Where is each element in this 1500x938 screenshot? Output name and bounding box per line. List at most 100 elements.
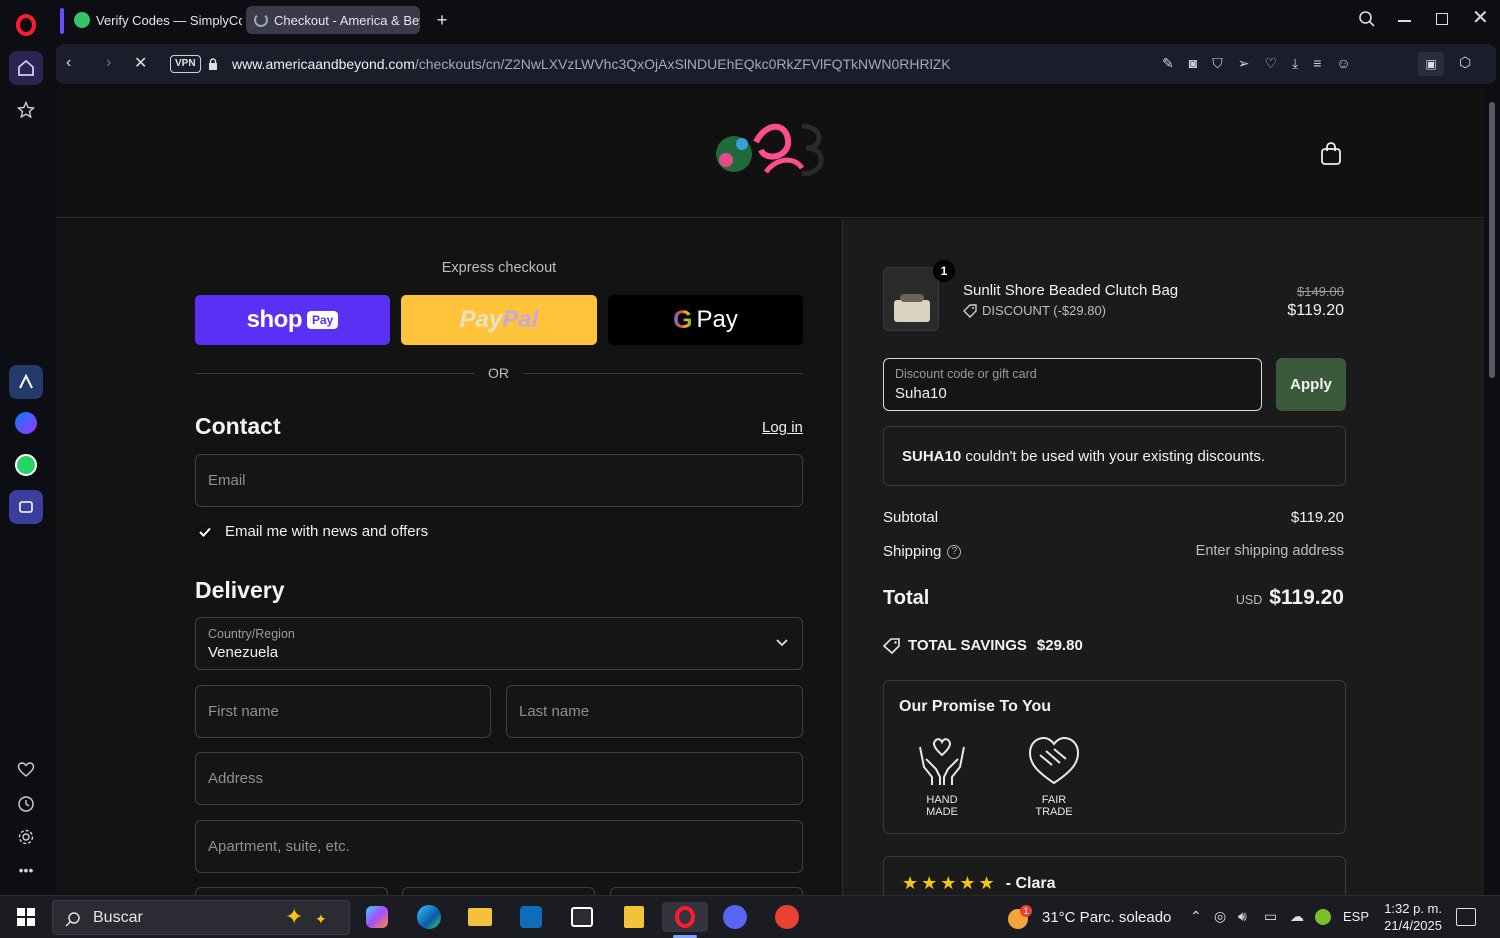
discount-code-label: Discount code or gift card: [895, 367, 1037, 381]
apply-button[interactable]: Apply: [1276, 358, 1346, 411]
postal-code-field[interactable]: [610, 887, 803, 895]
apartment-field[interactable]: Apartment, suite, etc.: [195, 820, 803, 873]
email-placeholder: Email: [208, 472, 246, 489]
minimize-button[interactable]: [1398, 20, 1411, 22]
weather-icon[interactable]: 1: [1008, 905, 1034, 929]
notifications-icon[interactable]: [1456, 908, 1476, 926]
country-select[interactable]: Country/Region Venezuela: [195, 617, 803, 670]
divider-right: [523, 373, 803, 374]
tab-label: Verify Codes — SimplyCod: [96, 12, 242, 28]
last-name-field[interactable]: Last name: [506, 685, 803, 738]
help-circle-icon[interactable]: ?: [947, 544, 962, 559]
camera-tray-icon[interactable]: ◎: [1214, 908, 1226, 925]
tab-strip: Verify Codes — SimplyCod Checkout - Amer…: [52, 0, 1500, 42]
store-logo[interactable]: [706, 112, 832, 182]
email-field[interactable]: Email: [195, 454, 803, 507]
news-checkbox[interactable]: [196, 523, 214, 541]
file-explorer-icon[interactable]: [463, 902, 497, 932]
savings-value: $29.80: [1036, 637, 1083, 654]
camera-snapshot-icon[interactable]: ◙: [1189, 55, 1197, 72]
review-card: ★★★★★ - Clara: [883, 856, 1346, 895]
city-field[interactable]: [195, 887, 388, 895]
news-checkbox-label[interactable]: Email me with news and offers: [225, 523, 428, 540]
opera-logo-icon[interactable]: [9, 8, 43, 42]
send-icon[interactable]: ➢: [1238, 55, 1250, 72]
aria-icon[interactable]: [9, 365, 43, 399]
shopping-bag-icon[interactable]: [1320, 142, 1342, 166]
forward-button[interactable]: ›: [106, 54, 111, 72]
page-scrollbar[interactable]: [1485, 88, 1500, 895]
copilot-app-icon[interactable]: [360, 902, 394, 932]
new-tab-button[interactable]: +: [428, 6, 456, 34]
search-icon: [65, 912, 80, 927]
bookmark-heart-icon[interactable]: ♡: [1264, 55, 1277, 72]
promise-title: Our Promise To You: [899, 698, 1052, 715]
taskbar-search[interactable]: Buscar ✦ ✦: [52, 900, 350, 935]
order-summary: 1 Sunlit Shore Beaded Clutch Bag DISCOUN…: [842, 219, 1484, 895]
search-tabs-icon[interactable]: [1358, 10, 1376, 33]
store-header: [56, 88, 1484, 218]
tag-icon: [963, 303, 977, 318]
home-icon[interactable]: [9, 51, 43, 85]
sparkle-small-icon: ✦: [315, 911, 327, 927]
google-g-icon: G: [673, 305, 693, 334]
adblock-shield-icon[interactable]: ⛉: [1212, 55, 1223, 72]
more-dots-icon[interactable]: •••: [9, 853, 43, 887]
microsoft-store-icon[interactable]: [565, 902, 599, 932]
messenger-icon[interactable]: [9, 406, 43, 440]
app-tray-icon[interactable]: [1315, 909, 1331, 925]
player-icon[interactable]: [9, 490, 43, 524]
weather-text[interactable]: 31°C Parc. soleado: [1042, 909, 1171, 926]
windows-start-icon[interactable]: [9, 902, 43, 932]
tray-chevron-up-icon[interactable]: ⌃: [1190, 908, 1202, 925]
volume-icon[interactable]: 🔊︎: [1238, 908, 1247, 925]
login-link[interactable]: Log in: [762, 419, 803, 436]
tab-checkout[interactable]: Checkout - America & Bey: [246, 6, 420, 34]
download-icon[interactable]: ⤓: [1292, 55, 1298, 72]
discord-icon[interactable]: [718, 902, 752, 932]
notepad-app-icon[interactable]: [617, 902, 651, 932]
or-separator: OR: [488, 365, 509, 381]
easy-setup-icon[interactable]: ≡: [1313, 55, 1321, 72]
network-icon[interactable]: ▭: [1264, 908, 1277, 925]
edge-browser-icon[interactable]: [412, 902, 446, 932]
outlook-icon[interactable]: [514, 902, 548, 932]
hands-heart-icon: [919, 738, 965, 785]
onedrive-icon[interactable]: ☁: [1290, 908, 1304, 925]
lock-icon[interactable]: [208, 57, 218, 70]
cube-extension-icon[interactable]: ⬡: [1459, 54, 1471, 71]
paypal-button[interactable]: Pay Pal: [401, 295, 597, 345]
extension-icon[interactable]: ▣: [1418, 52, 1444, 76]
language-indicator[interactable]: ESP: [1343, 909, 1369, 924]
restore-button[interactable]: [1436, 13, 1448, 25]
back-button[interactable]: ‹: [66, 54, 71, 72]
whatsapp-icon[interactable]: [9, 448, 43, 482]
google-pay-button[interactable]: G Pay: [608, 295, 803, 345]
subtotal-label: Subtotal: [883, 509, 939, 526]
settings-gear-icon[interactable]: [9, 820, 43, 854]
address-field[interactable]: Address: [195, 752, 803, 805]
vpn-badge[interactable]: VPN: [170, 55, 201, 73]
state-field[interactable]: [402, 887, 595, 895]
edit-page-icon[interactable]: ✎: [1162, 55, 1174, 72]
stop-loading-button[interactable]: ✕: [134, 53, 147, 73]
address-actions: ✎ ◙ ⛉ ➢ ♡ ⤓ ≡ ☺: [1162, 55, 1351, 72]
scrollbar-thumb[interactable]: [1489, 102, 1495, 378]
history-clock-icon[interactable]: [9, 787, 43, 821]
opera-taskbar-icon[interactable]: [662, 902, 708, 932]
delivery-heading: Delivery: [195, 577, 285, 603]
close-window-button[interactable]: ✕: [1472, 8, 1489, 28]
shop-pay-button[interactable]: shop Pay: [195, 295, 390, 345]
clock[interactable]: 1:32 p. m. 21/4/2025: [1376, 900, 1442, 934]
first-name-field[interactable]: First name: [195, 685, 491, 738]
url-field[interactable]: www.americaandbeyond.com/checkouts/cn/Z2…: [232, 56, 951, 72]
speed-dial-star-icon[interactable]: [9, 93, 43, 127]
profile-icon[interactable]: ☺: [1336, 55, 1350, 72]
heart-icon[interactable]: [9, 753, 43, 787]
tab-verify-codes[interactable]: Verify Codes — SimplyCod: [66, 6, 242, 34]
discount-code-field[interactable]: Discount code or gift card Suha10: [883, 358, 1262, 411]
last-name-placeholder: Last name: [519, 703, 590, 720]
fair-trade-badge: FAIR TRADE: [1024, 733, 1084, 818]
wps-office-icon[interactable]: [770, 902, 804, 932]
total-currency: USD: [1235, 593, 1263, 607]
